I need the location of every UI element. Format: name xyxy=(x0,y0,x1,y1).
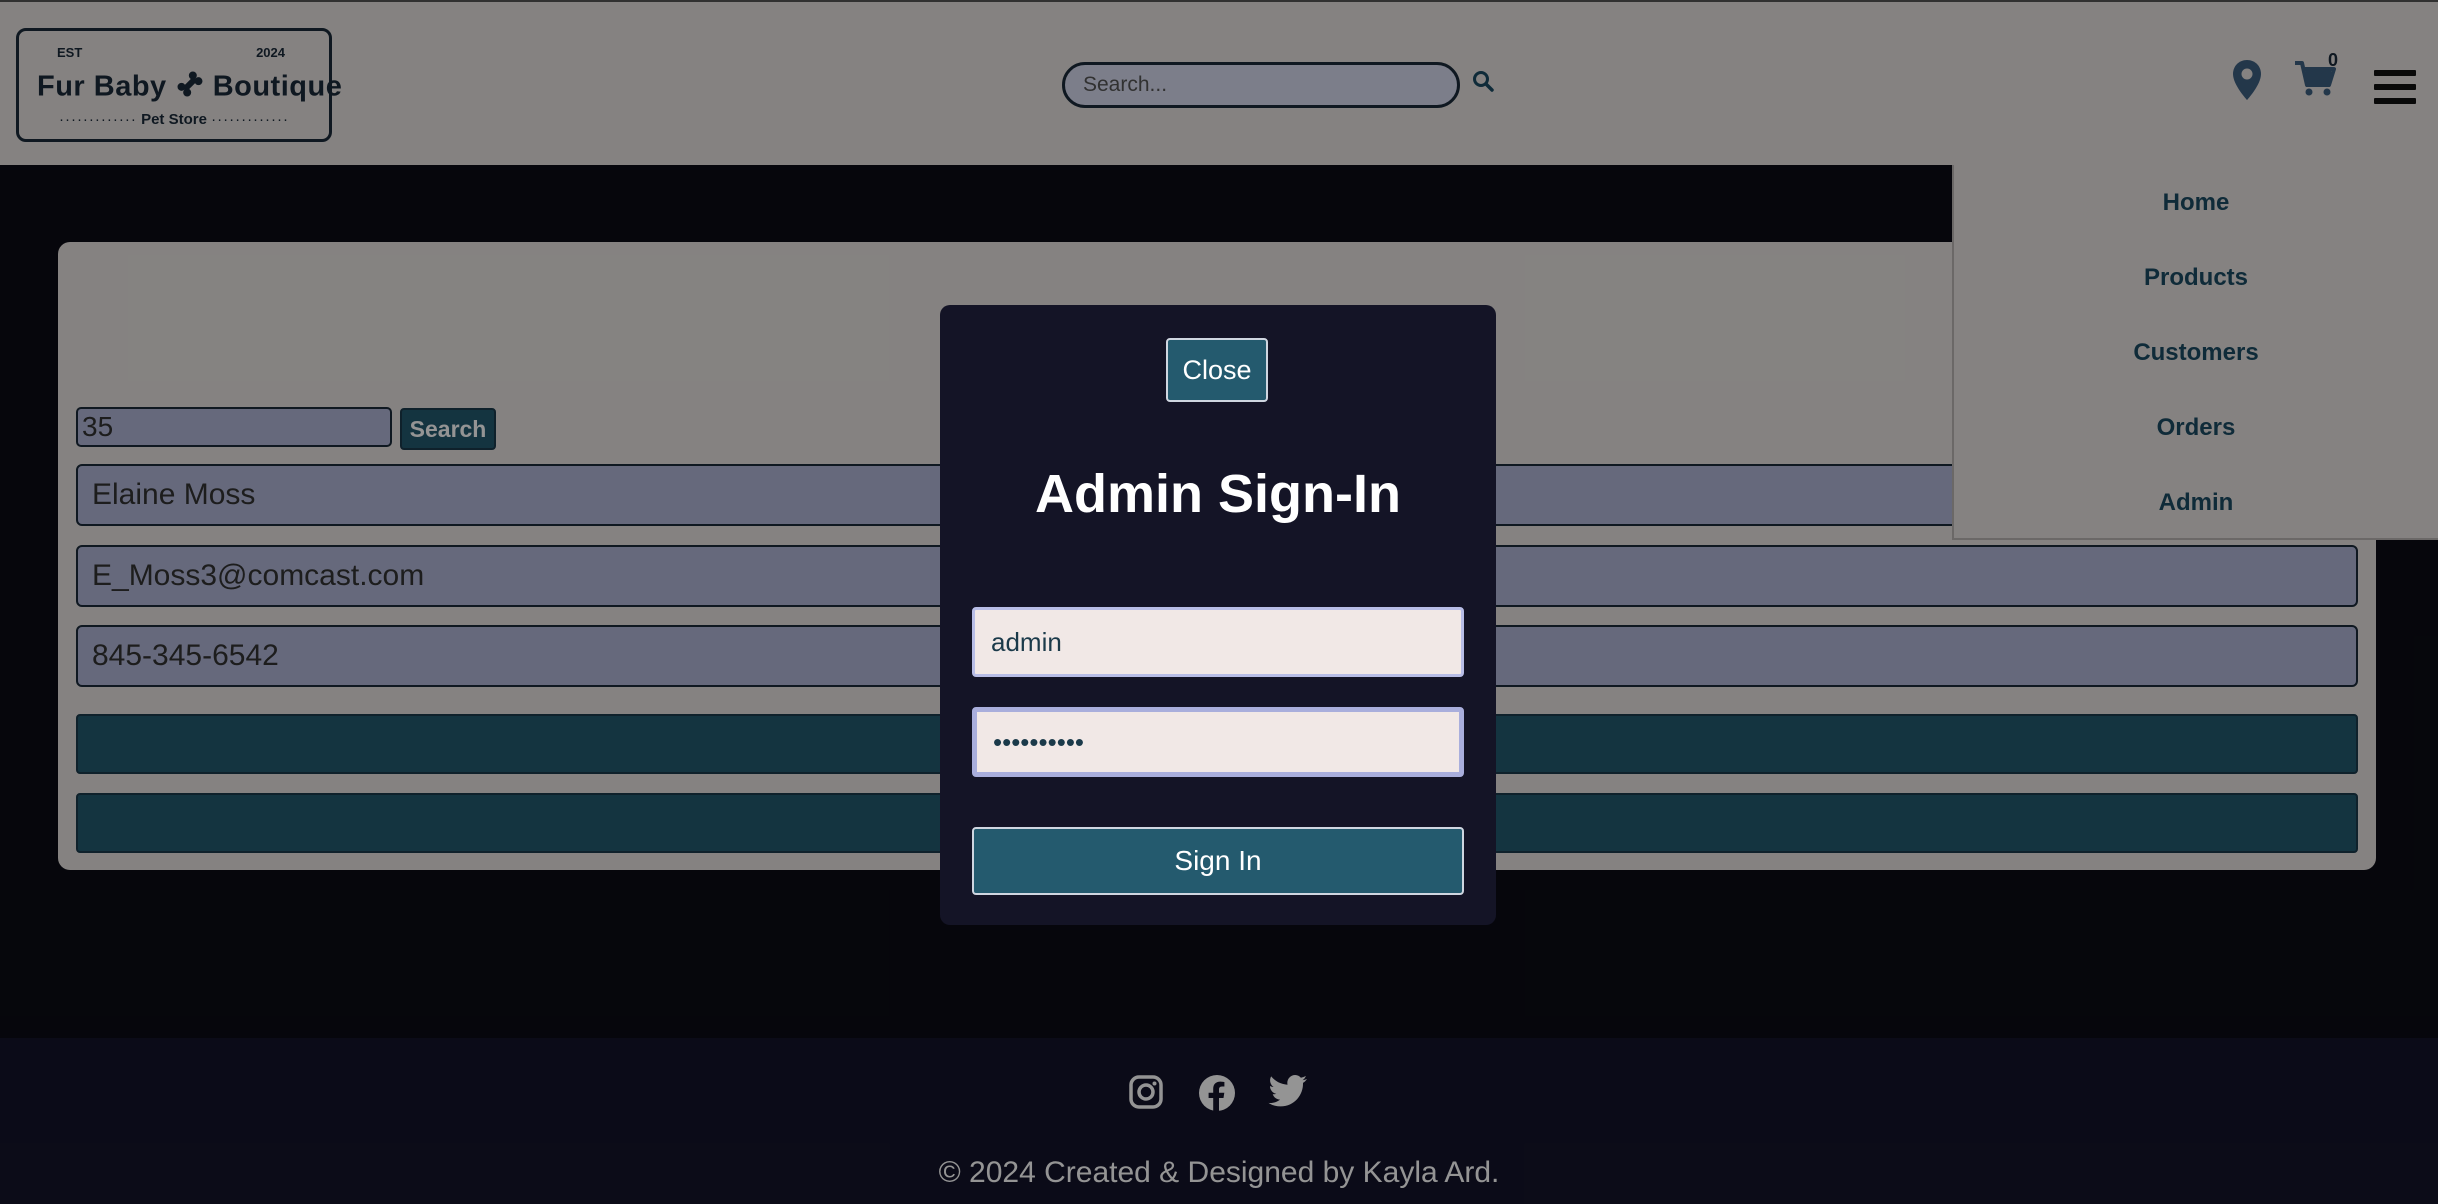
admin-signin-modal: Close Admin Sign-In Sign In xyxy=(940,305,1496,925)
close-button[interactable]: Close xyxy=(1166,338,1268,402)
sign-in-button[interactable]: Sign In xyxy=(972,827,1464,895)
username-field[interactable] xyxy=(972,607,1464,677)
modal-title: Admin Sign-In xyxy=(1035,464,1401,524)
password-field[interactable] xyxy=(972,707,1464,777)
